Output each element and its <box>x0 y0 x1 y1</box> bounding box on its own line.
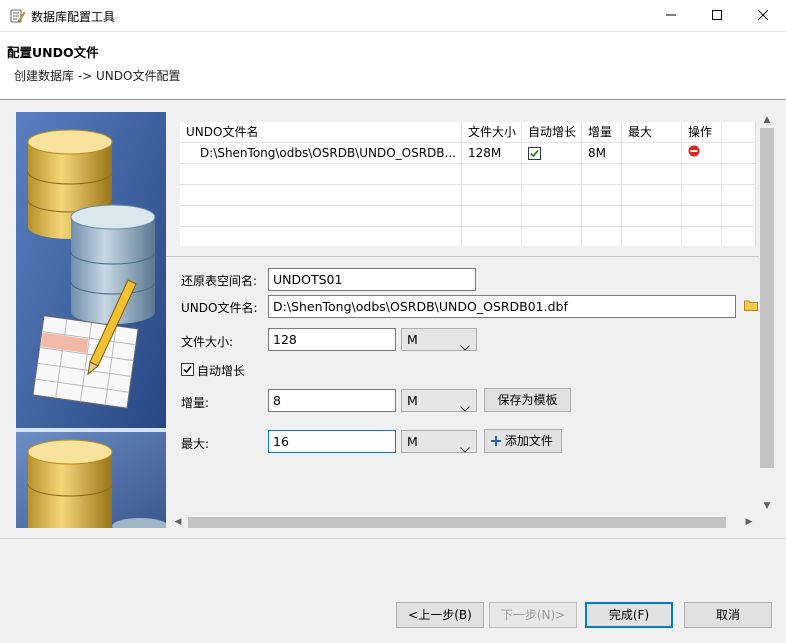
horizontal-scrollbar[interactable]: ◀ ▶ <box>166 514 759 530</box>
table-cell <box>722 122 756 143</box>
save-template-button[interactable]: 保存为模板 <box>484 388 571 412</box>
increment-label: 增量: <box>181 396 210 410</box>
column-header: 自动增长 <box>522 122 582 143</box>
file-name-cell: D:\ShenTong\odbs\OSRDB\UNDO_OSRDB... <box>180 143 462 164</box>
autogrow-cell <box>522 143 582 164</box>
max-label: 最大: <box>181 437 210 451</box>
autogrow-label: 自动增长 <box>197 364 246 378</box>
title-bar: 数据库配置工具 <box>0 0 786 32</box>
prev-button[interactable]: <上一步(B) <box>396 602 484 628</box>
app-icon <box>9 8 26 24</box>
file-size-cell: 128M <box>462 143 522 164</box>
chevron-down-icon[interactable]: ▼ <box>759 498 775 514</box>
divider <box>166 256 759 257</box>
column-header: 文件大小 <box>462 122 522 143</box>
plus-icon <box>491 431 501 453</box>
finish-button[interactable]: 完成(F) <box>585 602 673 628</box>
delete-icon[interactable] <box>688 143 700 164</box>
max-cell <box>622 143 682 164</box>
table-row[interactable]: D:\ShenTong\odbs\OSRDB\UNDO_OSRDB... 128… <box>180 143 756 164</box>
size-input[interactable]: 128 <box>268 328 396 351</box>
chevron-down-icon <box>460 397 470 412</box>
autogrow-checkbox[interactable] <box>181 363 194 376</box>
maximize-button[interactable] <box>694 0 740 32</box>
increment-unit-value: M <box>407 393 418 408</box>
tablespace-label: 还原表空间名: <box>181 274 258 288</box>
table-cell <box>722 143 756 164</box>
max-unit-value: M <box>407 434 418 449</box>
table-row <box>180 227 756 246</box>
chevron-right-icon[interactable]: ▶ <box>741 514 757 530</box>
maximize-icon <box>712 9 722 23</box>
chevron-down-icon <box>460 336 470 351</box>
column-header: 操作 <box>682 122 722 143</box>
minimize-icon <box>666 9 676 23</box>
size-unit-select[interactable]: M <box>401 328 477 351</box>
increment-cell: 8M <box>582 143 622 164</box>
window-title: 数据库配置工具 <box>31 10 116 24</box>
folder-icon[interactable] <box>744 299 758 311</box>
next-button[interactable]: 下一步(N)> <box>489 602 577 628</box>
increment-unit-select[interactable]: M <box>401 389 477 412</box>
scrollbar-thumb[interactable] <box>760 128 774 468</box>
close-icon <box>757 9 769 23</box>
autogrow-cell-checkbox[interactable] <box>528 147 541 160</box>
max-input[interactable]: 16 <box>268 430 396 453</box>
close-button[interactable] <box>740 0 786 32</box>
breadcrumb: 创建数据库 -> UNDO文件配置 <box>14 69 181 83</box>
action-cell <box>682 143 722 164</box>
minimize-button[interactable] <box>648 0 694 32</box>
increment-input[interactable]: 8 <box>268 389 396 412</box>
max-unit-select[interactable]: M <box>401 430 477 453</box>
table-row <box>180 164 756 185</box>
table-row <box>180 185 756 206</box>
tablespace-input[interactable]: UNDOTS01 <box>268 268 476 291</box>
file-path-input[interactable]: D:\ShenTong\odbs\OSRDB\UNDO_OSRDB01.dbf <box>268 295 736 318</box>
column-header: 增量 <box>582 122 622 143</box>
table-header-row: UNDO文件名 文件大小 自动增长 增量 最大 操作 <box>180 122 756 143</box>
chevron-left-icon[interactable]: ◀ <box>170 514 186 530</box>
table-row <box>180 206 756 227</box>
file-label: UNDO文件名: <box>181 301 258 315</box>
chevron-up-icon[interactable]: ▲ <box>759 112 775 128</box>
column-header: UNDO文件名 <box>180 122 462 143</box>
divider <box>0 538 786 539</box>
size-unit-value: M <box>407 332 418 347</box>
chevron-down-icon <box>460 438 470 453</box>
page-title: 配置UNDO文件 <box>7 45 99 60</box>
column-header: 最大 <box>622 122 682 143</box>
database-illustration <box>16 112 166 528</box>
wizard-header: 配置UNDO文件 创建数据库 -> UNDO文件配置 <box>0 32 786 100</box>
cancel-button[interactable]: 取消 <box>684 602 772 628</box>
add-file-label: 添加文件 <box>504 434 553 448</box>
size-label: 文件大小: <box>181 335 234 349</box>
vertical-scrollbar[interactable]: ▲ ▼ <box>759 112 775 514</box>
undo-file-table: UNDO文件名 文件大小 自动增长 增量 最大 操作 D:\ShenTong\o… <box>180 122 756 246</box>
add-file-button[interactable]: 添加文件 <box>484 429 562 453</box>
scrollbar-thumb[interactable] <box>188 517 726 528</box>
